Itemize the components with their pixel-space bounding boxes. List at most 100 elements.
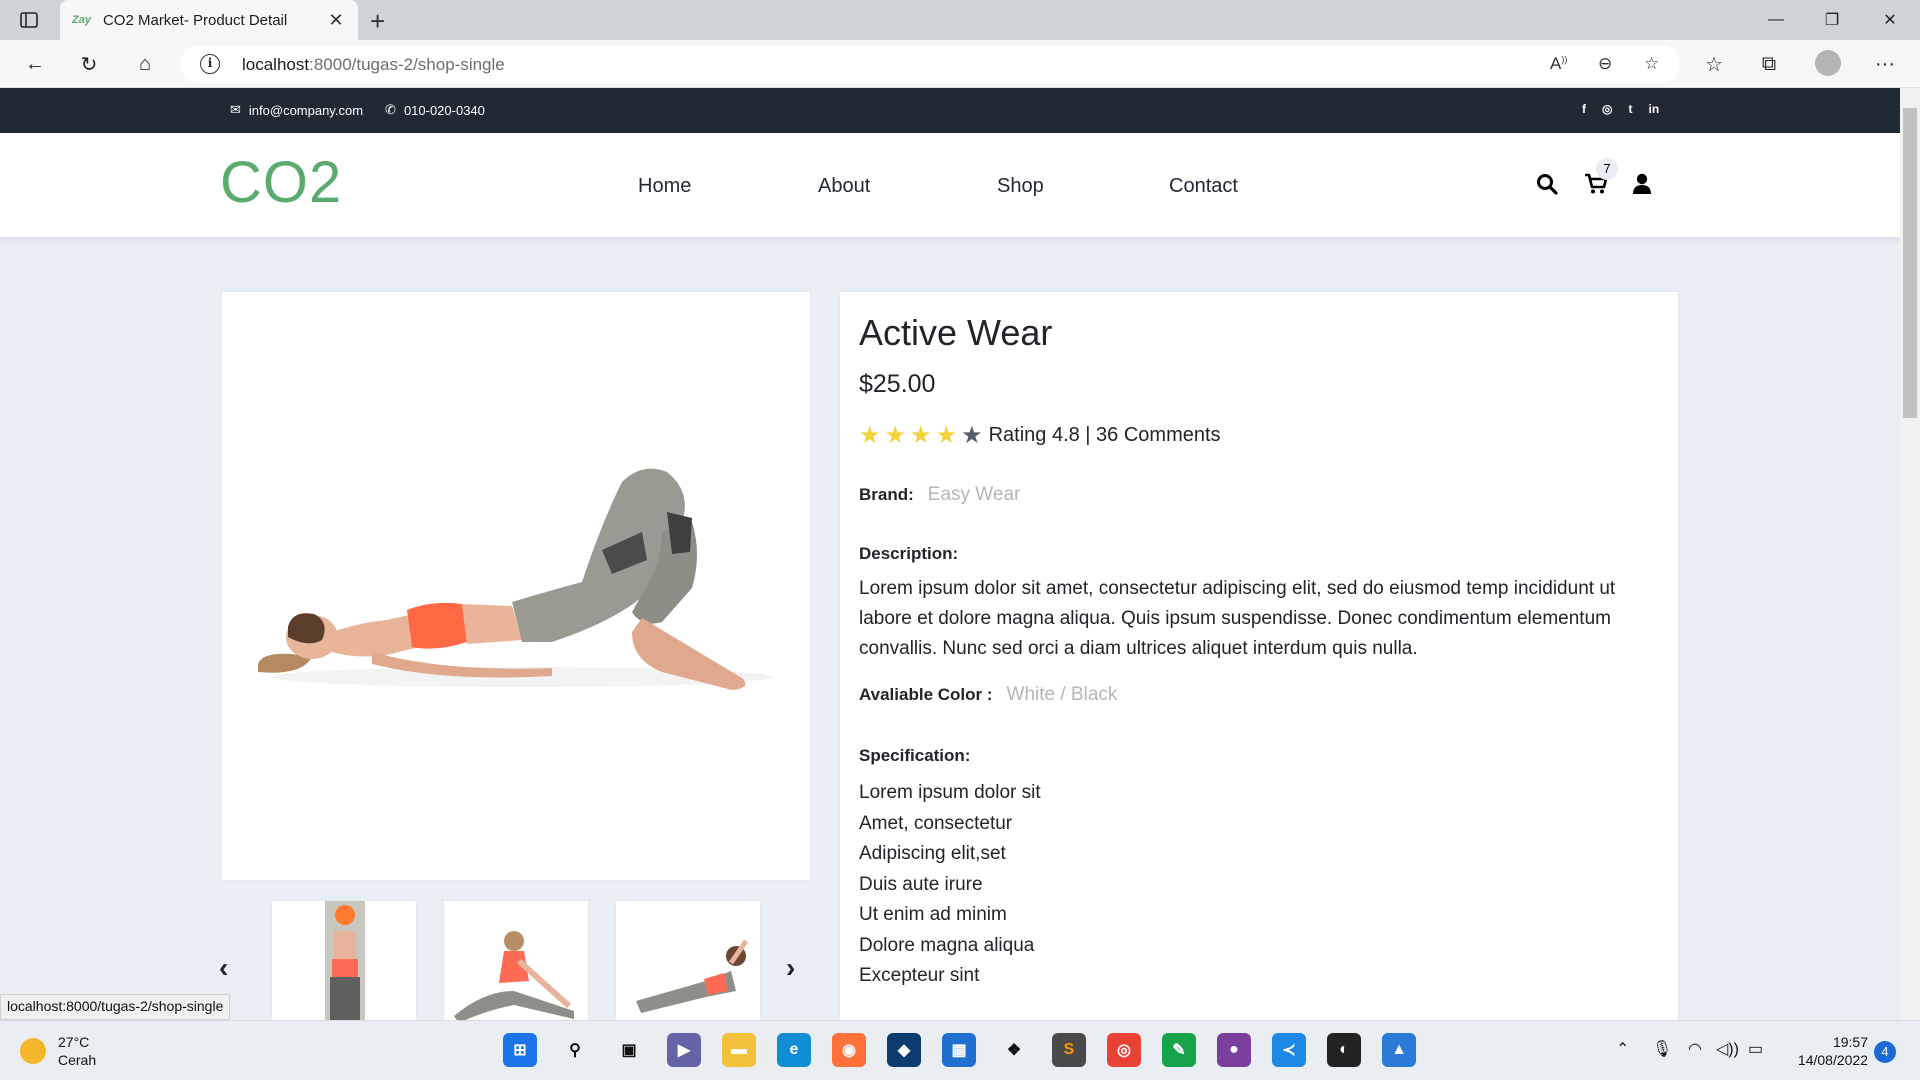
carousel-next-icon[interactable]: › — [786, 952, 795, 984]
edge-icon[interactable]: e — [777, 1033, 811, 1067]
tab-close-icon[interactable]: ✕ — [326, 10, 346, 31]
read-aloud-icon[interactable]: A)) — [1550, 54, 1567, 74]
tray-chevron-icon[interactable]: ⌃ — [1616, 1039, 1629, 1059]
weather-desc: Cerah — [58, 1052, 97, 1068]
minimize-icon[interactable]: — — [1748, 0, 1804, 40]
product-thumbnail[interactable] — [443, 900, 589, 1020]
new-tab-icon[interactable]: + — [370, 6, 385, 37]
url-host: localhost — [242, 55, 310, 74]
profile-avatar[interactable] — [1815, 50, 1841, 76]
wifi-icon[interactable]: ◠ — [1688, 1039, 1702, 1059]
refresh-icon[interactable]: ↻ — [72, 48, 106, 80]
twitter-icon[interactable]: t — [1628, 102, 1632, 116]
link-status-bar: localhost:8000/tugas-2/shop-single — [0, 994, 231, 1020]
obs-icon[interactable]: ◐ — [1327, 1033, 1361, 1067]
favorites-icon[interactable]: ☆ — [1697, 48, 1731, 80]
site-info-icon[interactable]: i — [200, 54, 220, 74]
top-contact-bar: ✉ info@company.com ✆ 010-020-0340 f ◎ t … — [0, 88, 1900, 133]
carousel-prev-icon[interactable]: ‹ — [219, 952, 228, 984]
spec-item: Duis aute irure — [859, 873, 983, 895]
contact-phone[interactable]: 010-020-0340 — [404, 103, 485, 118]
envelope-icon: ✉ — [230, 102, 241, 117]
weather-temp: 27°C — [58, 1034, 90, 1050]
user-icon[interactable] — [1632, 173, 1652, 201]
chrome-icon[interactable]: ◎ — [1107, 1033, 1141, 1067]
task-view-icon[interactable]: ▣ — [612, 1033, 646, 1067]
system-clock[interactable]: 19:57 14/08/2022 — [1788, 1033, 1868, 1069]
volume-icon[interactable]: ◁)) — [1716, 1039, 1739, 1059]
back-icon[interactable]: ← — [18, 48, 52, 80]
notification-badge[interactable]: 4 — [1874, 1041, 1896, 1063]
instagram-icon[interactable]: ◎ — [1602, 102, 1612, 116]
browser-tab-bar: Zay CO2 Market- Product Detail ✕ + — ❐ ✕ — [0, 0, 1920, 40]
product-title: Active Wear — [859, 312, 1053, 353]
product-thumbnail[interactable] — [271, 900, 417, 1020]
spec-item: Adipiscing elit,set — [859, 843, 1006, 864]
product-photo — [258, 468, 772, 690]
star-empty-icon: ★ — [961, 422, 983, 449]
clock-time: 19:57 — [1832, 1034, 1868, 1050]
phone-icon: ✆ — [385, 102, 396, 117]
page-scrollbar[interactable] — [1900, 88, 1920, 1020]
description-label: Description: — [859, 544, 959, 563]
contact-info: ✉ info@company.com ✆ 010-020-0340 — [230, 102, 485, 118]
home-icon[interactable]: ⌂ — [128, 48, 162, 80]
product-rating: ★ ★ ★ ★ ★ Rating 4.8 | 36 Comments — [859, 421, 1659, 450]
chat-icon[interactable]: ▶ — [667, 1033, 701, 1067]
sublime-icon[interactable]: S — [1052, 1033, 1086, 1067]
weather-widget[interactable]: 27°C Cerah — [20, 1033, 96, 1069]
github-icon[interactable]: ● — [1217, 1033, 1251, 1067]
app-icon[interactable]: ◆ — [887, 1033, 921, 1067]
weather-icon — [20, 1038, 46, 1064]
nav-about[interactable]: About — [818, 175, 870, 198]
add-favorite-icon[interactable]: ☆ — [1644, 54, 1659, 74]
contact-email[interactable]: info@company.com — [249, 103, 363, 118]
address-bar[interactable]: i localhost:8000/tugas-2/shop-single A))… — [180, 45, 1680, 83]
microphone-icon[interactable]: 🎙 — [1652, 1039, 1672, 1059]
app-green-icon[interactable]: ✎ — [1162, 1033, 1196, 1067]
web-page: ✉ info@company.com ✆ 010-020-0340 f ◎ t … — [0, 88, 1900, 1020]
color-value: White / Black — [1006, 684, 1118, 705]
nav-shop[interactable]: Shop — [997, 175, 1044, 198]
vscode-icon[interactable]: ≺ — [1272, 1033, 1306, 1067]
battery-icon[interactable]: ▭ — [1748, 1039, 1763, 1059]
thumbnail-photo — [454, 931, 574, 1020]
product-thumbnail[interactable] — [615, 900, 761, 1020]
color-row: Avaliable Color : White / Black — [859, 684, 1659, 706]
tab-actions-icon[interactable] — [18, 10, 40, 30]
spec-item: Dolore magna aliqua — [859, 934, 1035, 956]
start-icon[interactable]: ⊞ — [503, 1033, 537, 1067]
color-label: Avaliable Color : — [859, 685, 993, 704]
firefox-icon[interactable]: ◉ — [832, 1033, 866, 1067]
browser-tab[interactable]: Zay CO2 Market- Product Detail ✕ — [60, 0, 358, 40]
star-filled-icon: ★ — [910, 422, 932, 449]
nav-home[interactable]: Home — [638, 175, 691, 198]
store-icon[interactable]: ▦ — [942, 1033, 976, 1067]
spec-list: Lorem ipsum dolor sit Amet, consectetur … — [859, 778, 1659, 992]
restore-icon[interactable]: ❐ — [1804, 0, 1860, 40]
product-price: $25.00 — [859, 370, 936, 398]
scrollbar-thumb[interactable] — [1903, 108, 1917, 418]
search-icon[interactable] — [1536, 173, 1558, 201]
site-logo[interactable]: CO2 — [220, 149, 342, 216]
dropbox-icon[interactable]: ❖ — [997, 1033, 1031, 1067]
photos-icon[interactable]: ▲ — [1382, 1033, 1416, 1067]
search-taskbar-icon[interactable]: ⚲ — [558, 1033, 592, 1067]
product-description: Lorem ipsum dolor sit amet, consectetur … — [859, 578, 1616, 659]
address-url: localhost:8000/tugas-2/shop-single — [242, 55, 505, 75]
close-window-icon[interactable]: ✕ — [1862, 0, 1918, 40]
tab-title: CO2 Market- Product Detail — [102, 11, 288, 29]
brand-row: Brand: Easy Wear — [859, 484, 1659, 506]
star-filled-icon: ★ — [884, 422, 907, 449]
collections-icon[interactable]: ⧉ — [1752, 48, 1786, 80]
zoom-out-icon[interactable]: ⊖ — [1598, 54, 1612, 74]
linkedin-icon[interactable]: in — [1648, 102, 1659, 116]
rating-text: Rating 4.8 | 36 Comments — [988, 424, 1221, 446]
file-explorer-icon[interactable]: ▬ — [722, 1033, 756, 1067]
nav-contact[interactable]: Contact — [1169, 175, 1238, 198]
more-menu-icon[interactable]: ··· — [1868, 48, 1902, 80]
site-header: CO2 Home About Shop Contact 7 — [0, 133, 1900, 237]
social-links: f ◎ t in — [1582, 102, 1659, 116]
windows-taskbar: 27°C Cerah ⊞ ⚲ ▣ ▶ ▬ e ◉ ◆ ▦ ❖ S ◎ ✎ ● ≺… — [0, 1020, 1920, 1080]
facebook-icon[interactable]: f — [1582, 102, 1586, 116]
